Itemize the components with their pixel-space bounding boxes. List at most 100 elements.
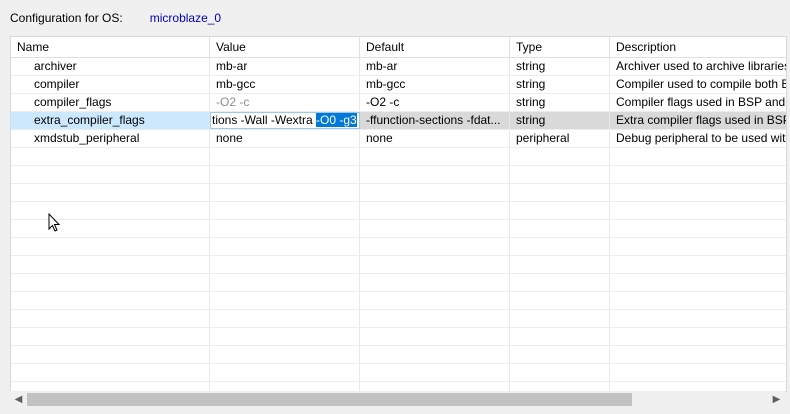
cell-name: compiler_flags bbox=[11, 94, 210, 111]
empty-cell bbox=[11, 292, 210, 309]
empty-cell bbox=[210, 292, 360, 309]
empty-cell bbox=[610, 202, 786, 219]
cell-type: string bbox=[510, 58, 610, 75]
empty-cell bbox=[210, 328, 360, 345]
table-row-selected[interactable]: extra_compiler_flags tions -Wall -Wextra… bbox=[11, 112, 786, 130]
cell-name: extra_compiler_flags bbox=[11, 112, 210, 129]
value-text: tions -Wall -Wextra bbox=[212, 113, 317, 127]
table-row[interactable]: archiver mb-ar mb-ar string Archiver use… bbox=[11, 58, 786, 76]
empty-cell bbox=[360, 256, 510, 273]
empty-cell bbox=[360, 166, 510, 183]
empty-cell bbox=[360, 346, 510, 363]
empty-cell bbox=[510, 274, 610, 291]
mouse-pointer-icon bbox=[48, 213, 61, 232]
empty-cell bbox=[11, 310, 210, 327]
empty-cell bbox=[610, 292, 786, 309]
empty-cell bbox=[210, 274, 360, 291]
cell-value[interactable]: none bbox=[210, 130, 360, 147]
os-name-link[interactable]: microblaze_0 bbox=[150, 11, 221, 25]
empty-table-row bbox=[11, 220, 786, 238]
cell-type: peripheral bbox=[510, 130, 610, 147]
empty-table-row bbox=[11, 238, 786, 256]
empty-cell bbox=[11, 202, 210, 219]
empty-cell bbox=[610, 220, 786, 237]
cell-value[interactable]: mb-gcc bbox=[210, 76, 360, 93]
column-header-description[interactable]: Description bbox=[610, 37, 786, 57]
empty-cell bbox=[510, 256, 610, 273]
table-header: Name Value Default Type Description bbox=[11, 37, 786, 58]
cell-value-editor[interactable]: tions -Wall -Wextra -O0 -g3 bbox=[210, 112, 360, 129]
empty-table-row bbox=[11, 310, 786, 328]
cell-description: Archiver used to archive libraries bbox=[616, 59, 786, 73]
empty-table-row bbox=[11, 274, 786, 292]
empty-table-row bbox=[11, 148, 786, 166]
cell-default: mb-gcc bbox=[360, 76, 510, 93]
empty-cell bbox=[610, 274, 786, 291]
table-row[interactable]: compiler mb-gcc mb-gcc string Compiler u… bbox=[11, 76, 786, 94]
empty-cell bbox=[210, 202, 360, 219]
empty-cell bbox=[210, 220, 360, 237]
empty-cell bbox=[510, 148, 610, 165]
column-header-value[interactable]: Value bbox=[210, 37, 360, 57]
empty-cell bbox=[11, 166, 210, 183]
empty-cell bbox=[11, 148, 210, 165]
empty-table-row bbox=[11, 256, 786, 274]
cell-description: Extra compiler flags used in BSP an bbox=[610, 112, 786, 129]
cell-type: string bbox=[510, 112, 610, 129]
table-row[interactable]: compiler_flags -O2 -c -O2 -c string Comp… bbox=[11, 94, 786, 112]
empty-cell bbox=[510, 310, 610, 327]
cell-description: Compiler used to compile both BSP bbox=[616, 77, 786, 91]
cell-name: xmdstub_peripheral bbox=[11, 130, 210, 147]
cell-name: compiler bbox=[11, 76, 210, 93]
empty-cell bbox=[510, 292, 610, 309]
scrollbar-thumb[interactable] bbox=[27, 393, 632, 406]
os-config-header: Configuration for OS: microblaze_0 bbox=[10, 10, 221, 26]
horizontal-scrollbar[interactable]: ◀ ▶ bbox=[10, 391, 785, 408]
empty-cell bbox=[11, 256, 210, 273]
chevron-right-icon[interactable]: ▶ bbox=[768, 391, 785, 408]
cell-type: string bbox=[510, 94, 610, 111]
empty-cell bbox=[210, 364, 360, 381]
cell-type: string bbox=[510, 76, 610, 93]
empty-cell bbox=[610, 256, 786, 273]
cell-value[interactable]: -O2 -c bbox=[210, 94, 360, 111]
empty-cell bbox=[360, 220, 510, 237]
empty-cell bbox=[210, 256, 360, 273]
cell-description: Debug peripheral to be used with x bbox=[616, 131, 786, 145]
empty-cell bbox=[610, 310, 786, 327]
empty-cell bbox=[360, 202, 510, 219]
empty-cell bbox=[11, 220, 210, 237]
empty-cell bbox=[610, 328, 786, 345]
column-header-default[interactable]: Default bbox=[360, 37, 510, 57]
column-header-type[interactable]: Type bbox=[510, 37, 610, 57]
empty-table-row bbox=[11, 166, 786, 184]
empty-cell bbox=[210, 238, 360, 255]
empty-cell bbox=[360, 184, 510, 201]
empty-cell bbox=[11, 238, 210, 255]
column-header-name[interactable]: Name bbox=[11, 37, 210, 57]
properties-table: Name Value Default Type Description arch… bbox=[10, 36, 787, 392]
cell-name: archiver bbox=[11, 58, 210, 75]
empty-cell bbox=[510, 220, 610, 237]
empty-table-row bbox=[11, 346, 786, 364]
empty-table-row bbox=[11, 184, 786, 202]
empty-cell bbox=[210, 184, 360, 201]
cell-default: none bbox=[360, 130, 510, 147]
empty-cell bbox=[360, 292, 510, 309]
table-row[interactable]: xmdstub_peripheral none none peripheral … bbox=[11, 130, 786, 148]
empty-cell bbox=[11, 274, 210, 291]
empty-table-row bbox=[11, 202, 786, 220]
cell-default: mb-ar bbox=[360, 58, 510, 75]
cell-description: Compiler flags used in BSP and lib bbox=[616, 95, 786, 109]
empty-cell bbox=[610, 346, 786, 363]
cell-value[interactable]: mb-ar bbox=[210, 58, 360, 75]
chevron-left-icon[interactable]: ◀ bbox=[10, 391, 27, 408]
empty-cell bbox=[360, 148, 510, 165]
empty-cell bbox=[510, 364, 610, 381]
empty-cell bbox=[610, 364, 786, 381]
empty-cell bbox=[510, 166, 610, 183]
empty-cell bbox=[610, 166, 786, 183]
empty-cell bbox=[11, 328, 210, 345]
empty-table-row bbox=[11, 364, 786, 382]
empty-table-row bbox=[11, 292, 786, 310]
